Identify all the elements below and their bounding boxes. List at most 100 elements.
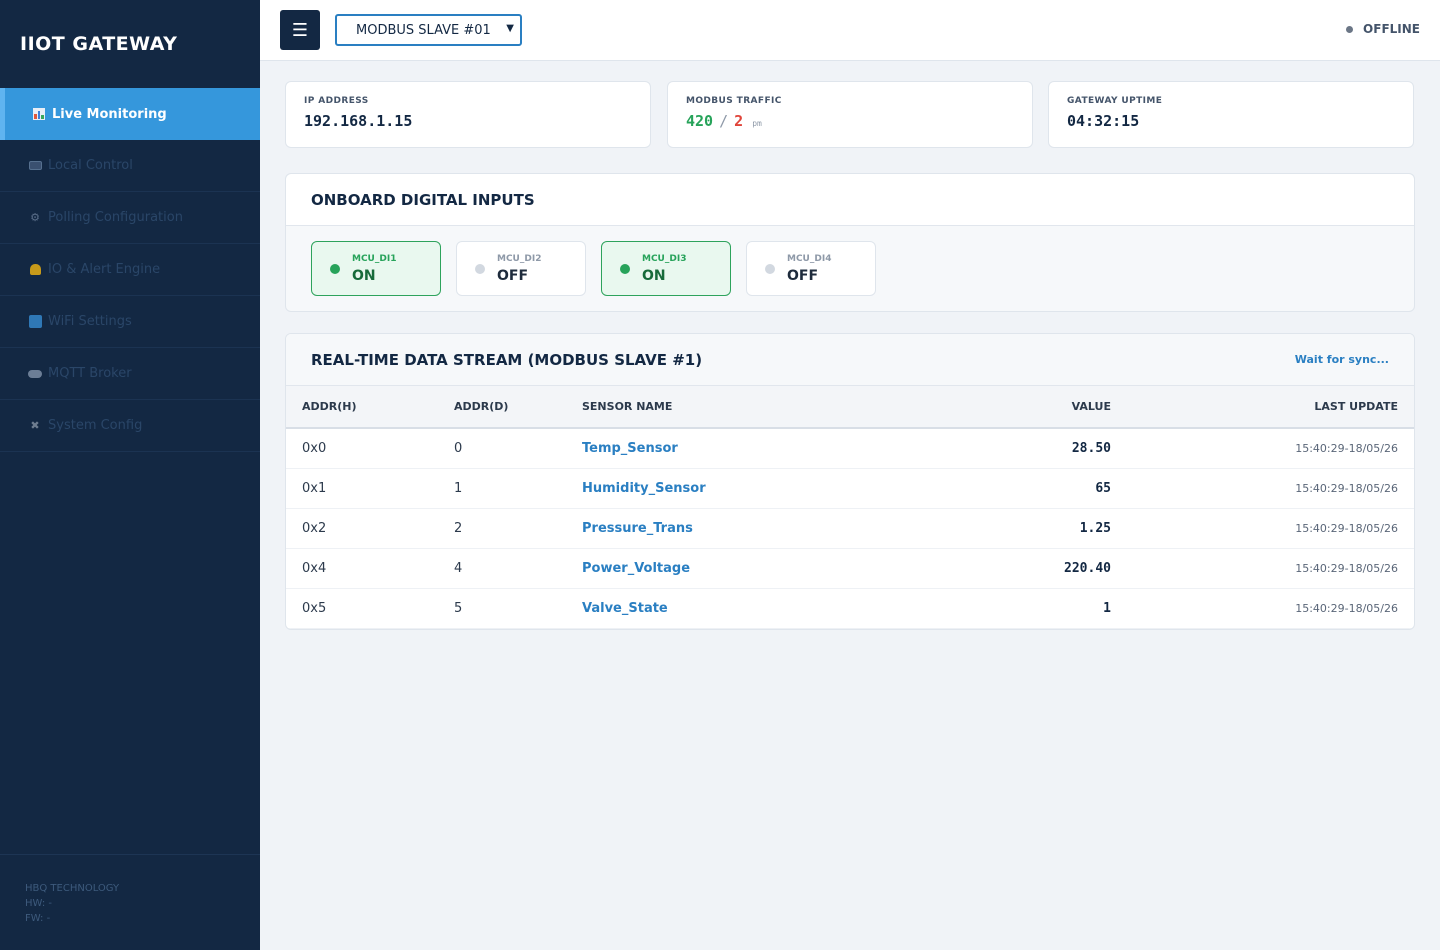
ip-address-label: IP ADDRESS — [304, 96, 369, 106]
sidebar-footer: HBQ TECHNOLOGY HW: - FW: - — [0, 854, 260, 950]
digital-input-di3[interactable]: MCU_DI3 ON — [601, 241, 731, 296]
chart-icon — [32, 107, 46, 121]
last-update-cell: 15:40:29-18/05/26 — [1295, 561, 1398, 575]
hardware-version: HW: - — [25, 898, 52, 909]
firmware-version: FW: - — [25, 913, 51, 924]
sensor-name-link[interactable]: Valve_State — [582, 588, 922, 628]
value-cell: 65 — [1095, 480, 1111, 496]
sidebar-item-polling-configuration[interactable]: ⚙ Polling Configuration — [0, 192, 260, 244]
last-update-cell: 15:40:29-18/05/26 — [1295, 441, 1398, 455]
hamburger-icon: ☰ — [291, 19, 309, 41]
last-update-cell: 15:40:29-18/05/26 — [1295, 521, 1398, 535]
column-header-sensor-name[interactable]: SENSOR NAME — [582, 386, 922, 428]
menu-toggle-button[interactable]: ☰ — [280, 10, 320, 50]
digital-input-name: MCU_DI4 — [787, 254, 832, 264]
addr-dec-cell: 5 — [454, 600, 463, 616]
sidebar-item-mqtt-broker[interactable]: MQTT Broker — [0, 348, 260, 400]
data-stream-table: ADDR(H) ADDR(D) SENSOR NAME VALUE LAST U… — [286, 386, 1414, 629]
column-header-value[interactable]: VALUE — [922, 386, 1111, 428]
sidebar-item-local-control[interactable]: Local Control — [0, 140, 260, 192]
ip-address-value: 192.168.1.15 — [304, 112, 413, 130]
value-cell: 1 — [1103, 600, 1111, 616]
addr-dec-cell: 4 — [454, 560, 463, 576]
modbus-traffic-card: MODBUS TRAFFIC 420 / 2 pm — [667, 81, 1033, 148]
sidebar-item-io-alert-engine[interactable]: IO & Alert Engine — [0, 244, 260, 296]
sync-status-link[interactable]: Wait for sync... — [1295, 353, 1389, 366]
digital-input-di4[interactable]: MCU_DI4 OFF — [746, 241, 876, 296]
cloud-icon — [28, 367, 42, 381]
digital-input-di2[interactable]: MCU_DI2 OFF — [456, 241, 586, 296]
gear-icon: ⚙ — [30, 211, 40, 224]
tools-icon: ✖ — [30, 419, 40, 432]
sidebar-item-label: MQTT Broker — [48, 366, 132, 381]
column-header-addr-dec[interactable]: ADDR(D) — [454, 386, 582, 428]
sensor-name-link[interactable]: Power_Voltage — [582, 548, 922, 588]
value-cell: 220.40 — [1064, 560, 1111, 576]
value-cell: 1.25 — [1079, 520, 1111, 536]
table-row: 0x1 1 Humidity_Sensor 65 15:40:29-18/05/… — [286, 468, 1414, 508]
gateway-uptime-value: 04:32:15 — [1067, 112, 1140, 130]
wifi-icon — [28, 315, 42, 329]
sidebar-item-label: IO & Alert Engine — [48, 262, 161, 277]
sensor-name-link[interactable]: Pressure_Trans — [582, 508, 922, 548]
table-row: 0x0 0 Temp_Sensor 28.50 15:40:29-18/05/2… — [286, 428, 1414, 468]
traffic-unit: pm — [752, 119, 762, 128]
last-update-cell: 15:40:29-18/05/26 — [1295, 481, 1398, 495]
topbar: ☰ MODBUS SLAVE #01 ▼ OFFLINE — [260, 0, 1440, 61]
table-row: 0x2 2 Pressure_Trans 1.25 15:40:29-18/05… — [286, 508, 1414, 548]
data-stream-panel: REAL-TIME DATA STREAM (MODBUS SLAVE #1) … — [285, 333, 1415, 630]
sidebar: IIOT GATEWAY Live Monitoring Local Contr… — [0, 0, 260, 950]
addr-dec-cell: 2 — [454, 520, 463, 536]
addr-dec-cell: 0 — [454, 440, 463, 456]
status-dot-icon — [1346, 25, 1354, 33]
addr-hex-cell: 0x2 — [302, 520, 327, 536]
keyboard-icon — [28, 159, 42, 173]
gateway-uptime-card: GATEWAY UPTIME 04:32:15 — [1048, 81, 1414, 148]
gateway-uptime-label: GATEWAY UPTIME — [1067, 96, 1163, 106]
digital-input-name: MCU_DI3 — [642, 254, 687, 264]
traffic-separator: / — [719, 112, 729, 130]
digital-input-state: ON — [352, 268, 376, 284]
digital-input-di1[interactable]: MCU_DI1 ON — [311, 241, 441, 296]
traffic-ok-count: 420 — [686, 112, 714, 130]
column-header-last-update[interactable]: LAST UPDATE — [1111, 386, 1414, 428]
value-cell: 28.50 — [1071, 440, 1111, 456]
sidebar-item-label: System Config — [48, 418, 143, 433]
status-led-icon — [330, 264, 340, 274]
status-led-icon — [765, 264, 775, 274]
status-led-icon — [475, 264, 485, 274]
addr-hex-cell: 0x4 — [302, 560, 327, 576]
column-header-addr-hex[interactable]: ADDR(H) — [286, 386, 454, 428]
traffic-error-count: 2 — [734, 112, 744, 130]
addr-hex-cell: 0x1 — [302, 480, 327, 496]
addr-hex-cell: 0x5 — [302, 600, 327, 616]
sidebar-item-live-monitoring[interactable]: Live Monitoring — [0, 88, 260, 140]
status-text: OFFLINE — [1363, 22, 1420, 36]
digital-input-state: ON — [642, 268, 666, 284]
connection-status: OFFLINE — [1346, 22, 1420, 36]
sidebar-item-system-config[interactable]: ✖ System Config — [0, 400, 260, 452]
sidebar-item-label: Live Monitoring — [52, 106, 167, 122]
data-stream-header: REAL-TIME DATA STREAM (MODBUS SLAVE #1) … — [286, 334, 1414, 386]
company-name: HBQ TECHNOLOGY — [25, 883, 120, 894]
digital-inputs-panel: ONBOARD DIGITAL INPUTS MCU_DI1 ON MCU_DI… — [285, 173, 1415, 312]
slave-select[interactable]: MODBUS SLAVE #01 ▼ — [335, 14, 522, 46]
addr-dec-cell: 1 — [454, 480, 463, 496]
slave-select-value: MODBUS SLAVE #01 — [356, 22, 491, 38]
table-row: 0x4 4 Power_Voltage 220.40 15:40:29-18/0… — [286, 548, 1414, 588]
digital-inputs-title: ONBOARD DIGITAL INPUTS — [286, 174, 1414, 226]
modbus-traffic-label: MODBUS TRAFFIC — [686, 96, 782, 106]
sidebar-item-wifi-settings[interactable]: WiFi Settings — [0, 296, 260, 348]
sensor-name-link[interactable]: Humidity_Sensor — [582, 468, 922, 508]
ip-address-card: IP ADDRESS 192.168.1.15 — [285, 81, 651, 148]
table-row: 0x5 5 Valve_State 1 15:40:29-18/05/26 — [286, 588, 1414, 628]
app-title: IIOT GATEWAY — [20, 33, 178, 55]
sensor-name-link[interactable]: Temp_Sensor — [582, 428, 922, 468]
bell-icon — [28, 263, 42, 277]
digital-input-state: OFF — [497, 268, 529, 284]
sidebar-item-label: Polling Configuration — [48, 210, 183, 225]
last-update-cell: 15:40:29-18/05/26 — [1295, 601, 1398, 615]
digital-input-name: MCU_DI2 — [497, 254, 542, 264]
sidebar-item-label: Local Control — [48, 158, 133, 173]
chevron-down-icon: ▼ — [506, 23, 514, 34]
